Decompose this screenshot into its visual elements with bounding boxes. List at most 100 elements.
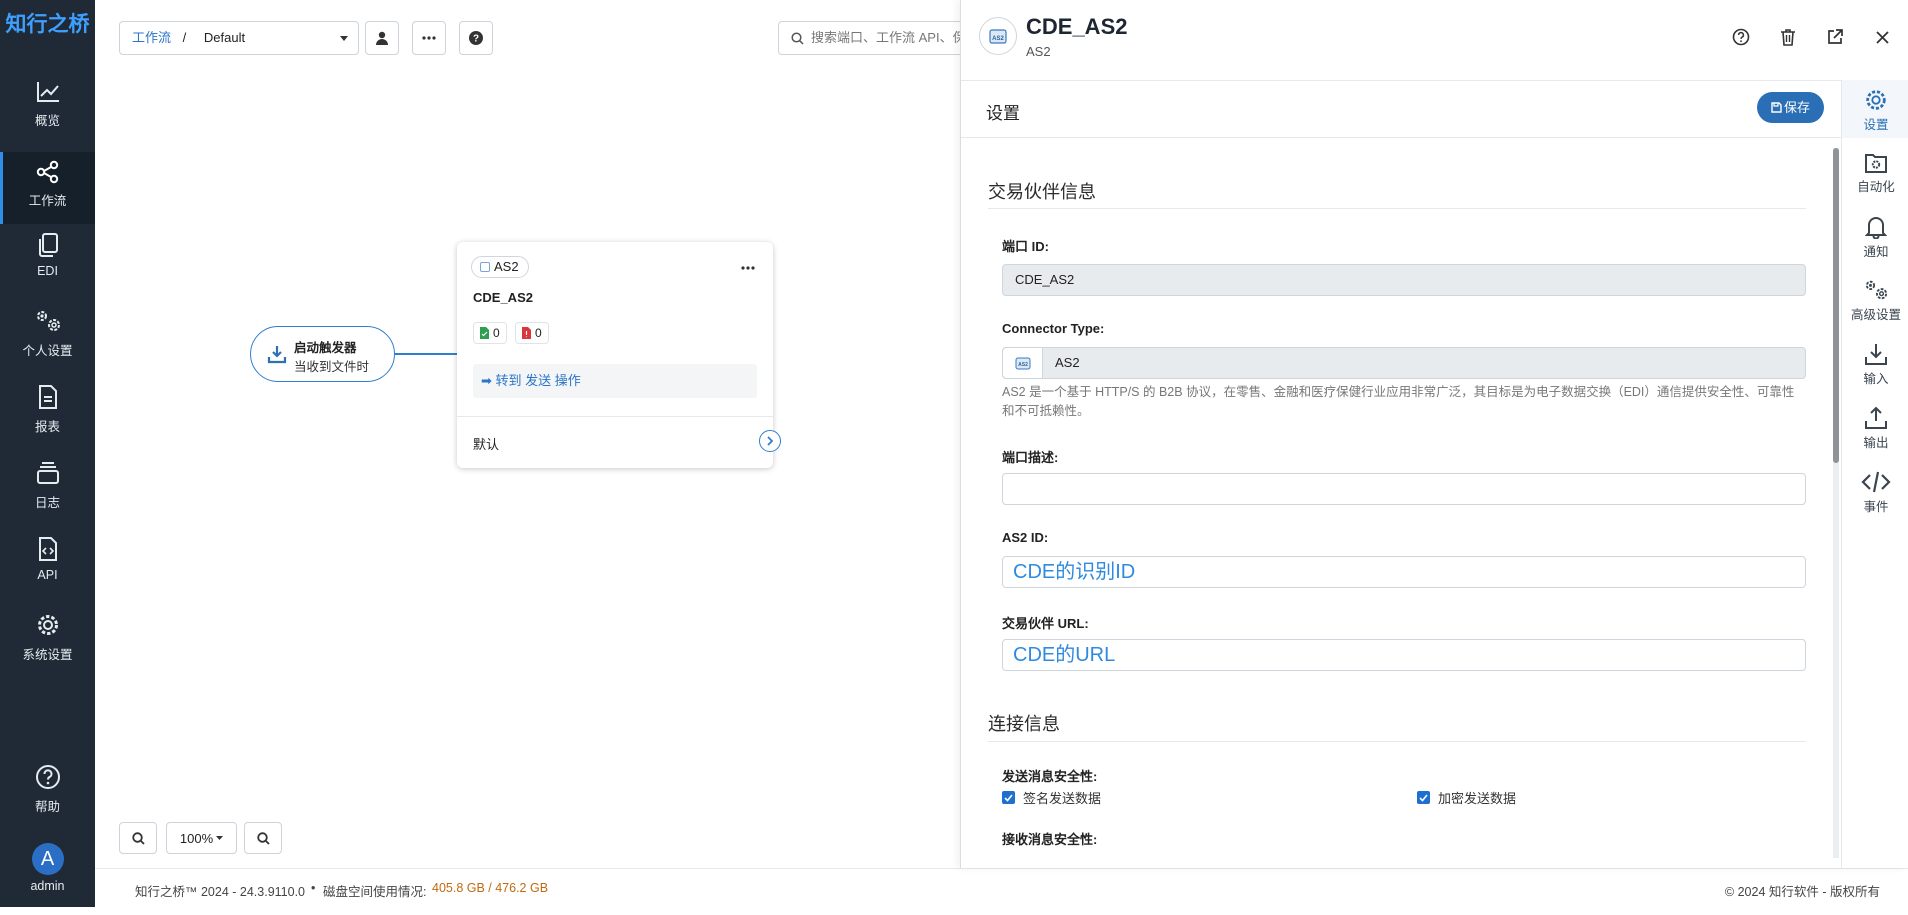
settings-form: 交易伙伴信息 端口 ID: CDE_AS2 Connector Type: AS… bbox=[961, 138, 1841, 868]
encrypt-outgoing-checkbox[interactable]: 加密发送数据 bbox=[1417, 788, 1516, 807]
port-id-field[interactable]: CDE_AS2 bbox=[1002, 264, 1806, 296]
action-label: 转到 发送 操作 bbox=[495, 373, 581, 388]
disk-usage-label: 磁盘空间使用情况: bbox=[323, 885, 427, 899]
save-label: 保存 bbox=[1783, 100, 1810, 115]
more-horizontal-icon bbox=[422, 36, 436, 40]
breadcrumb-root[interactable]: 工作流 bbox=[132, 30, 171, 45]
connector-name: CDE_AS2 bbox=[473, 290, 533, 305]
nav-item-logs[interactable]: 日志 bbox=[0, 460, 95, 532]
app-logo: 知行之桥 bbox=[5, 13, 90, 36]
nav-label: API bbox=[37, 568, 58, 582]
error-count-badge[interactable]: 0 bbox=[515, 322, 549, 344]
user-filter-button[interactable] bbox=[365, 21, 399, 55]
scrollbar-thumb[interactable] bbox=[1833, 148, 1839, 463]
chart-line-icon bbox=[36, 82, 59, 102]
connector-node[interactable]: AS2 CDE_AS2 0 0 ➡ 转到 发送 操作 默认 bbox=[457, 242, 781, 468]
nav-label: 日志 bbox=[34, 496, 60, 510]
encrypt-outgoing-label: 加密发送数据 bbox=[1438, 791, 1517, 806]
download-icon bbox=[1865, 344, 1887, 365]
close-button[interactable] bbox=[1870, 25, 1894, 49]
connector-type-label: AS2 bbox=[494, 259, 519, 274]
success-count-badge[interactable]: 0 bbox=[473, 322, 507, 344]
description-textarea[interactable] bbox=[1002, 473, 1806, 505]
zoom-in-button[interactable] bbox=[119, 822, 157, 854]
connector-type-field[interactable]: AS2 AS2 bbox=[1002, 347, 1806, 379]
panel-side-tabs: 设置 自动化 通知 高级设置 输入 输出 事件 bbox=[1841, 80, 1908, 868]
file-check-icon bbox=[480, 327, 489, 339]
tab-advanced-settings[interactable]: 高级设置 bbox=[1842, 278, 1908, 323]
nav-item-workflow[interactable]: 工作流 bbox=[0, 152, 95, 224]
nav-label: 概览 bbox=[34, 114, 60, 128]
search-input[interactable]: 搜索端口、工作流 API、保存的任务 bbox=[778, 21, 978, 55]
help-icon: ? bbox=[469, 31, 483, 45]
tab-label: 自动化 bbox=[1857, 180, 1895, 194]
external-link-icon bbox=[1828, 29, 1843, 44]
tab-notifications[interactable]: 通知 bbox=[1842, 215, 1908, 260]
zoom-out-button[interactable] bbox=[244, 822, 282, 854]
tab-input[interactable]: 输入 bbox=[1842, 342, 1908, 387]
zoom-in-icon bbox=[131, 831, 145, 845]
as2-icon bbox=[480, 262, 490, 272]
nav-item-overview[interactable]: 概览 bbox=[0, 80, 95, 152]
next-step-button[interactable] bbox=[759, 430, 781, 452]
tab-output[interactable]: 输出 bbox=[1842, 406, 1908, 451]
svg-text:AS2: AS2 bbox=[992, 36, 1004, 42]
copy-icon bbox=[38, 233, 58, 257]
breadcrumb-separator: / bbox=[182, 30, 187, 45]
nav-label: 工作流 bbox=[28, 194, 67, 208]
save-button[interactable]: 保存 bbox=[1757, 92, 1824, 123]
nav-item-reports[interactable]: 报表 bbox=[0, 384, 95, 456]
help-button[interactable] bbox=[1729, 25, 1753, 49]
tab-settings[interactable]: 设置 bbox=[1842, 80, 1908, 138]
arrow-right-icon: ➡ bbox=[481, 373, 492, 388]
workspace-select[interactable]: Default bbox=[204, 30, 245, 45]
more-horizontal-icon[interactable] bbox=[741, 266, 755, 270]
nav-item-help[interactable]: 帮助 bbox=[0, 764, 95, 836]
zoom-level-select[interactable]: 100% bbox=[166, 822, 237, 854]
divider bbox=[988, 741, 1806, 742]
section-header: 设置 bbox=[961, 80, 1841, 138]
tab-events[interactable]: 事件 bbox=[1842, 470, 1908, 515]
user-menu[interactable]: A admin bbox=[0, 843, 95, 915]
download-icon bbox=[267, 346, 287, 364]
delete-button[interactable] bbox=[1776, 25, 1800, 49]
as2-id-field[interactable]: CDE的识别ID bbox=[1002, 556, 1806, 588]
sign-outgoing-checkbox[interactable]: 签名发送数据 bbox=[1002, 788, 1101, 807]
partner-info-heading: 交易伙伴信息 bbox=[988, 182, 1096, 202]
file-icon bbox=[38, 385, 57, 409]
trigger-node[interactable]: 启动触发器 当收到文件时 bbox=[250, 326, 395, 382]
goto-send-action-link[interactable]: ➡ 转到 发送 操作 bbox=[473, 364, 757, 398]
tab-automation[interactable]: 自动化 bbox=[1842, 152, 1908, 195]
partner-url-field[interactable]: CDE的URL bbox=[1002, 639, 1806, 671]
sign-outgoing-label: 签名发送数据 bbox=[1023, 791, 1102, 806]
open-external-button[interactable] bbox=[1823, 25, 1847, 49]
success-count: 0 bbox=[493, 326, 500, 340]
stack-icon bbox=[36, 462, 59, 484]
code-icon bbox=[1861, 471, 1891, 493]
port-id-label: 端口 ID: bbox=[1002, 239, 1049, 254]
nav-item-edi[interactable]: EDI bbox=[0, 232, 95, 304]
save-icon bbox=[1771, 102, 1782, 113]
nav-label: EDI bbox=[37, 264, 58, 278]
chevron-right-icon bbox=[766, 436, 773, 446]
tab-label: 事件 bbox=[1863, 500, 1889, 514]
tab-label: 输入 bbox=[1863, 372, 1889, 386]
product-version: 知行之桥™ 2024 - 24.3.9110.0 bbox=[135, 885, 305, 899]
trigger-subtitle: 当收到文件时 bbox=[294, 360, 370, 374]
help-button[interactable]: ? bbox=[459, 21, 493, 55]
connector-line bbox=[395, 353, 457, 355]
zoom-out-icon bbox=[256, 831, 270, 845]
nav-item-system-settings[interactable]: 系统设置 bbox=[0, 612, 95, 684]
connector-help-text: AS2 是一个基于 HTTP/S 的 B2B 协议，在零售、金融和医疗保健行业应… bbox=[1002, 385, 1795, 418]
zoom-level: 100% bbox=[179, 830, 214, 846]
as2-icon: AS2 bbox=[989, 29, 1007, 44]
nav-item-api[interactable]: API bbox=[0, 536, 95, 608]
form-scrollbar[interactable] bbox=[1833, 148, 1839, 858]
breadcrumb[interactable]: 工作流 / Default bbox=[119, 21, 359, 55]
trash-icon bbox=[1781, 29, 1795, 46]
nav-item-personal-settings[interactable]: 个人设置 bbox=[0, 308, 95, 380]
more-options-button[interactable] bbox=[412, 21, 446, 55]
workflow-canvas[interactable]: 工作流 / Default ? 搜索端口、工作流 API、保存的任务 启动触发器… bbox=[95, 0, 978, 868]
panel-title: CDE_AS2 bbox=[1026, 14, 1128, 39]
partner-url-label: 交易伙伴 URL: bbox=[1002, 616, 1089, 631]
